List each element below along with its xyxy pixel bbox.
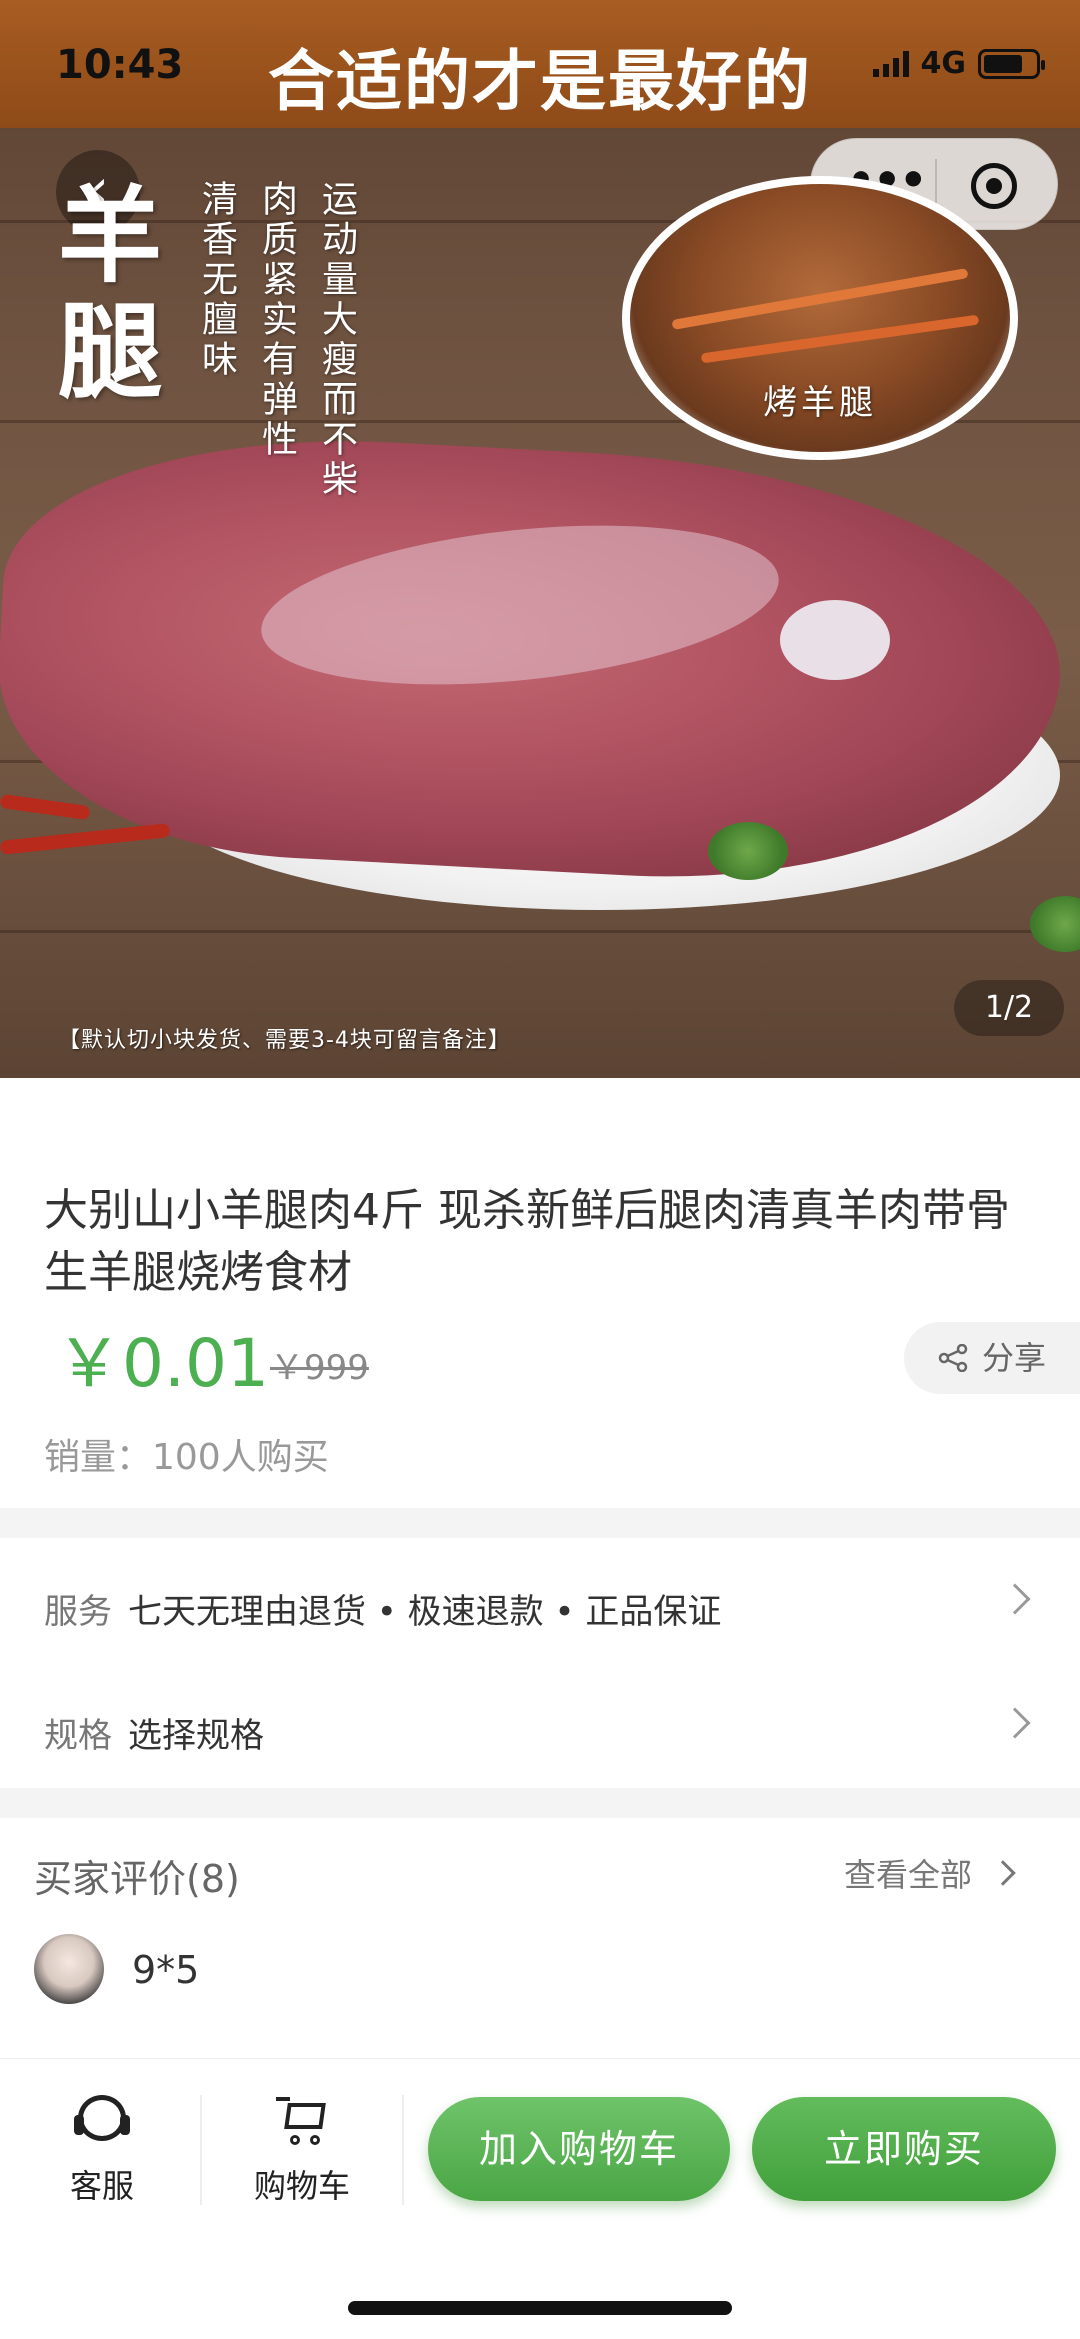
roast-lamb-inset: 烤羊腿 — [622, 176, 1018, 460]
network-label: 4G — [920, 46, 967, 81]
chevron-right-icon — [999, 1583, 1031, 1615]
service-row[interactable]: 服务 七天无理由退货 • 极速退款 • 正品保证 — [0, 1538, 1080, 1662]
image-pager: 1/2 — [954, 980, 1064, 1036]
share-button[interactable]: 分享 — [904, 1322, 1080, 1394]
hero-big-title: 羊 腿 — [58, 178, 162, 410]
service-value: 七天无理由退货 • 极速退款 • 正品保证 — [128, 1592, 722, 1632]
divider — [402, 2095, 404, 2205]
customer-service-label: 客服 — [69, 2167, 134, 2205]
hero-tagline-1: 清香无膻味 — [196, 180, 237, 380]
share-icon — [938, 1344, 968, 1372]
spec-row[interactable]: 规格 选择规格 — [0, 1662, 1080, 1786]
spec-value: 选择规格 — [128, 1716, 264, 1756]
hero-title-line1: 羊 — [58, 175, 163, 297]
bottom-action-bar: 客服 购物车 加入购物车 立即购买 — [0, 2058, 1080, 2339]
signal-icon — [872, 50, 909, 77]
hero-tagline-3: 运动量大瘦而不柴 — [316, 180, 357, 500]
status-time: 10:43 — [56, 42, 184, 88]
view-all-reviews-link[interactable]: 查看全部 — [844, 1850, 972, 1896]
divider — [200, 2095, 202, 2205]
shipping-note: 【默认切小块发货、需要3-4块可留言备注】 — [58, 1028, 511, 1053]
current-price: ￥0.01 — [56, 1325, 269, 1402]
cart-button[interactable]: 购物车 — [232, 2095, 372, 2207]
sales-count: 销量：100人购买 — [44, 1437, 329, 1478]
wood-grain — [0, 930, 1080, 933]
service-spec-section: 服务 七天无理由退货 • 极速退款 • 正品保证 规格 选择规格 — [0, 1538, 1080, 1788]
reviews-title: 买家评价(8) — [34, 1857, 240, 1901]
herb — [708, 822, 788, 880]
herb — [1030, 896, 1080, 952]
hero-tagline-2: 肉质紧实有弹性 — [256, 180, 297, 460]
buy-now-button[interactable]: 立即购买 — [752, 2097, 1056, 2201]
target-icon[interactable] — [971, 163, 1017, 209]
chili — [0, 793, 91, 821]
product-info: 大别山小羊腿肉4斤 现杀新鲜后腿肉清真羊肉带骨生羊腿烧烤食材 ￥0.01 ￥99… — [0, 1078, 1080, 1508]
battery-icon — [978, 48, 1045, 79]
add-to-cart-button[interactable]: 加入购物车 — [428, 2097, 730, 2201]
product-title: 大别山小羊腿肉4斤 现杀新鲜后腿肉清真羊肉带骨生羊腿烧烤食材 — [44, 1185, 1010, 1298]
avatar — [34, 1934, 104, 2004]
spec-label: 规格 — [44, 1716, 112, 1756]
cart-icon — [274, 2095, 330, 2147]
bone-end — [780, 600, 890, 680]
original-price: ￥999 — [270, 1348, 369, 1388]
cart-label: 购物车 — [253, 2167, 350, 2205]
share-label: 分享 — [982, 1339, 1047, 1377]
reviewer-name: 9*5 — [132, 1948, 200, 1992]
chevron-right-icon — [999, 1707, 1031, 1739]
chevron-right-icon — [990, 1860, 1016, 1886]
hero-title-line2: 腿 — [58, 291, 163, 413]
inset-label: 烤羊腿 — [763, 383, 877, 423]
reviews-section: 买家评价(8) 查看全部 9*5 — [0, 1818, 1080, 2058]
customer-service-button[interactable]: 客服 — [32, 2095, 172, 2207]
chili — [0, 823, 171, 855]
home-indicator[interactable] — [348, 2301, 732, 2315]
service-label: 服务 — [44, 1592, 112, 1632]
product-image-carousel[interactable]: 合适的才是最好的 10:43 4G ‹ ••• 羊 腿 清香无膻味 肉质紧实有弹… — [0, 0, 1080, 1078]
status-indicators: 4G — [872, 46, 1045, 81]
headset-icon — [74, 2095, 130, 2147]
